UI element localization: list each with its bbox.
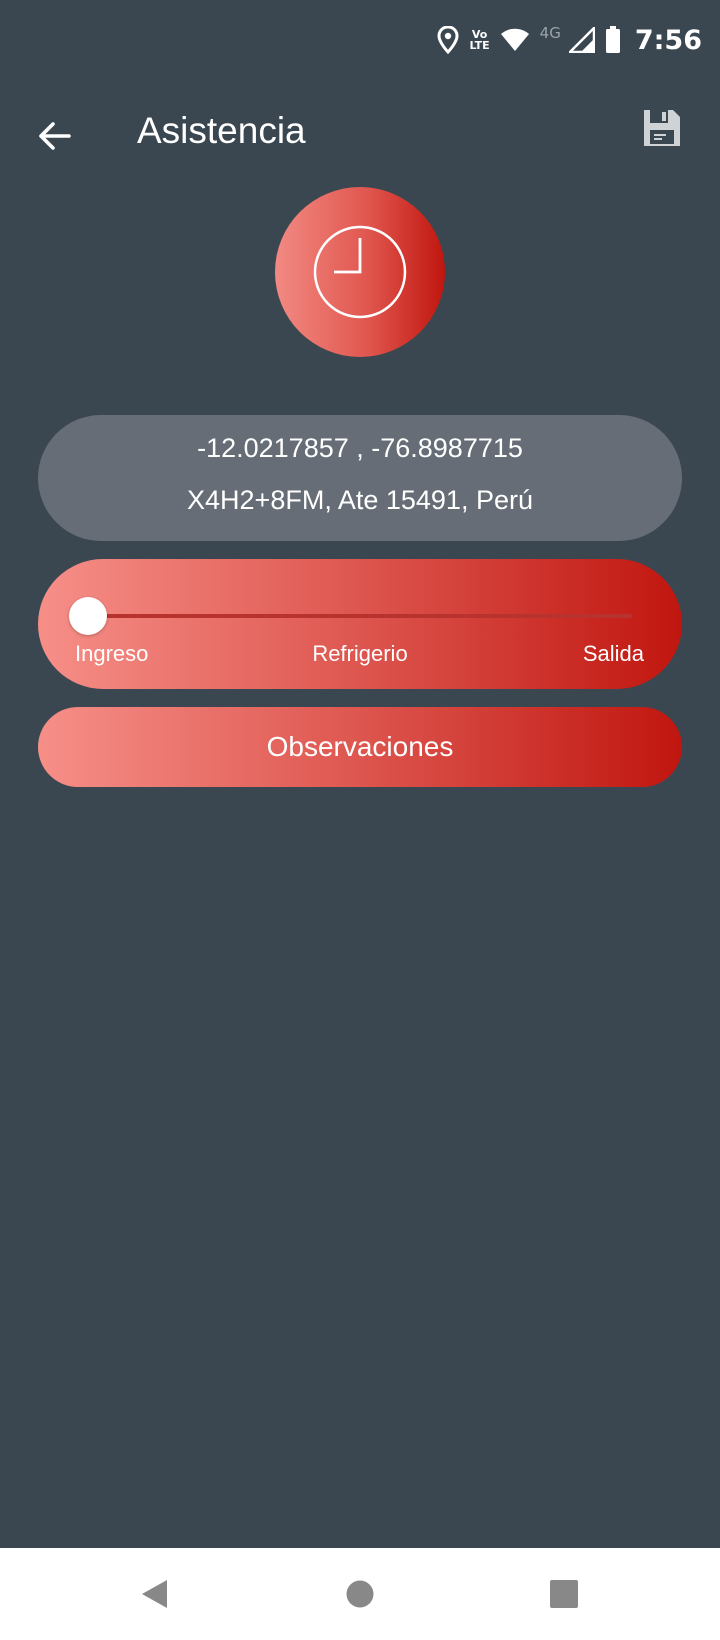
save-button[interactable] <box>642 108 692 158</box>
location-card: -12.0217857 , -76.8987715 X4H2+8FM, Ate … <box>38 415 682 541</box>
status-bar: Vo LTE 4G 7:56 <box>0 0 720 80</box>
nav-recents-button[interactable] <box>544 1574 584 1614</box>
back-button[interactable] <box>30 112 78 160</box>
floppy-disk-icon <box>644 110 680 146</box>
attendance-slider-card: Ingreso Refrigerio Salida <box>38 559 682 689</box>
nav-home-button[interactable] <box>340 1574 380 1614</box>
clock-icon <box>313 225 407 319</box>
volte-bottom-label: LTE <box>469 39 490 52</box>
home-circle-icon <box>346 1580 374 1608</box>
slider-stop-salida[interactable]: Salida <box>583 641 644 667</box>
coordinates-text: -12.0217857 , -76.8987715 <box>197 433 523 463</box>
status-icons: Vo LTE 4G 7:56 <box>437 20 702 60</box>
attendance-slider-thumb[interactable] <box>69 597 107 635</box>
app-bar: Asistencia <box>0 92 720 176</box>
nav-back-button[interactable] <box>134 1574 174 1614</box>
network-type-label: 4G <box>539 24 561 42</box>
attendance-slider-track[interactable] <box>88 614 632 618</box>
back-triangle-icon <box>142 1580 167 1608</box>
observaciones-button[interactable]: Observaciones <box>38 707 682 787</box>
recents-square-icon <box>550 1580 578 1608</box>
wifi-icon <box>500 28 530 52</box>
volte-icon: Vo LTE <box>469 29 489 51</box>
status-time: 7:56 <box>634 24 702 56</box>
arrow-left-icon <box>39 122 71 150</box>
battery-icon <box>605 26 621 54</box>
address-text: X4H2+8FM, Ate 15491, Perú <box>187 485 533 515</box>
page-title: Asistencia <box>137 110 306 151</box>
clock-button[interactable] <box>275 187 445 357</box>
signal-icon <box>568 27 595 53</box>
navigation-bar <box>0 1548 720 1640</box>
location-icon <box>437 26 459 54</box>
